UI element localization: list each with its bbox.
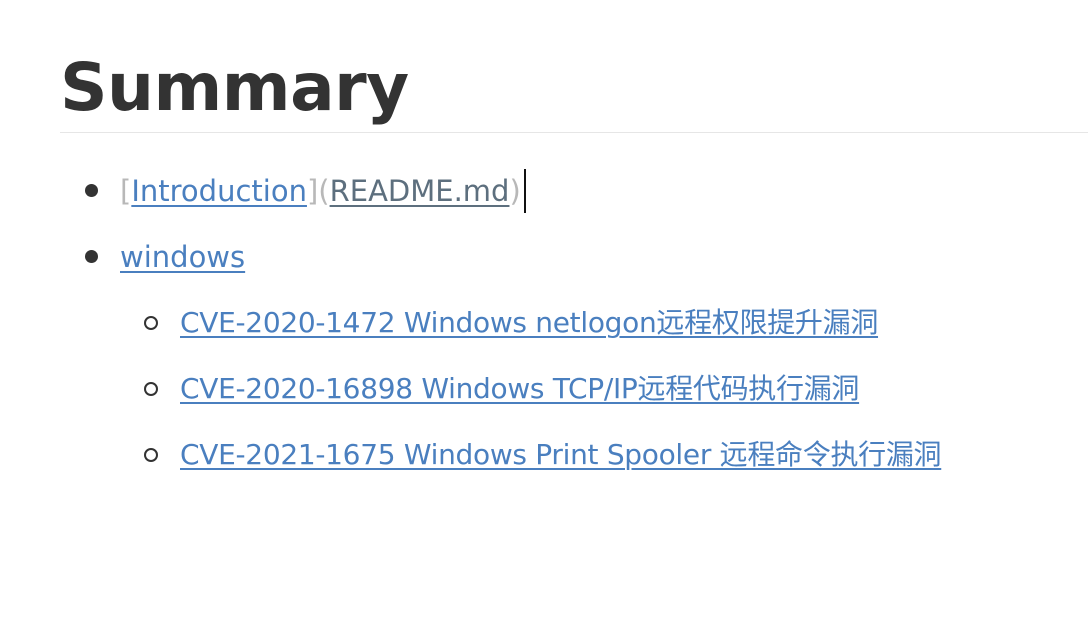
circle-bullet-icon	[144, 382, 158, 396]
circle-bullet-icon	[144, 448, 158, 462]
markdown-bracket-paren: ](	[306, 174, 330, 208]
markdown-open-bracket: [	[120, 174, 132, 208]
page-title: Summary	[60, 49, 409, 126]
text-cursor	[523, 169, 526, 213]
list-item-cve-2020-16898[interactable]: CVE-2020-16898 Windows TCP/IP远程代码执行漏洞	[180, 369, 859, 409]
cve-2020-1472-link[interactable]: CVE-2020-1472 Windows netlogon远程权限提升漏洞	[180, 306, 878, 339]
windows-link[interactable]: windows	[120, 240, 245, 274]
list-item-introduction[interactable]: [Introduction](README.md)	[120, 169, 526, 213]
circle-bullet-icon	[144, 316, 158, 330]
list-item-cve-2021-1675[interactable]: CVE-2021-1675 Windows Print Spooler 远程命令…	[180, 435, 942, 475]
disc-bullet-icon	[85, 184, 98, 197]
cve-2021-1675-link[interactable]: CVE-2021-1675 Windows Print Spooler 远程命令…	[180, 438, 942, 471]
list-item-cve-2020-1472[interactable]: CVE-2020-1472 Windows netlogon远程权限提升漏洞	[180, 303, 878, 343]
markdown-editor[interactable]: Summary [Introduction](README.md) window…	[60, 0, 1088, 620]
introduction-link[interactable]: Introduction	[131, 174, 307, 208]
readme-url-link[interactable]: README.md	[330, 174, 510, 208]
heading-divider	[60, 132, 1088, 133]
disc-bullet-icon	[85, 250, 98, 263]
list-item-windows[interactable]: windows	[120, 237, 245, 277]
markdown-close-paren: )	[509, 174, 521, 208]
cve-2020-16898-link[interactable]: CVE-2020-16898 Windows TCP/IP远程代码执行漏洞	[180, 372, 859, 405]
